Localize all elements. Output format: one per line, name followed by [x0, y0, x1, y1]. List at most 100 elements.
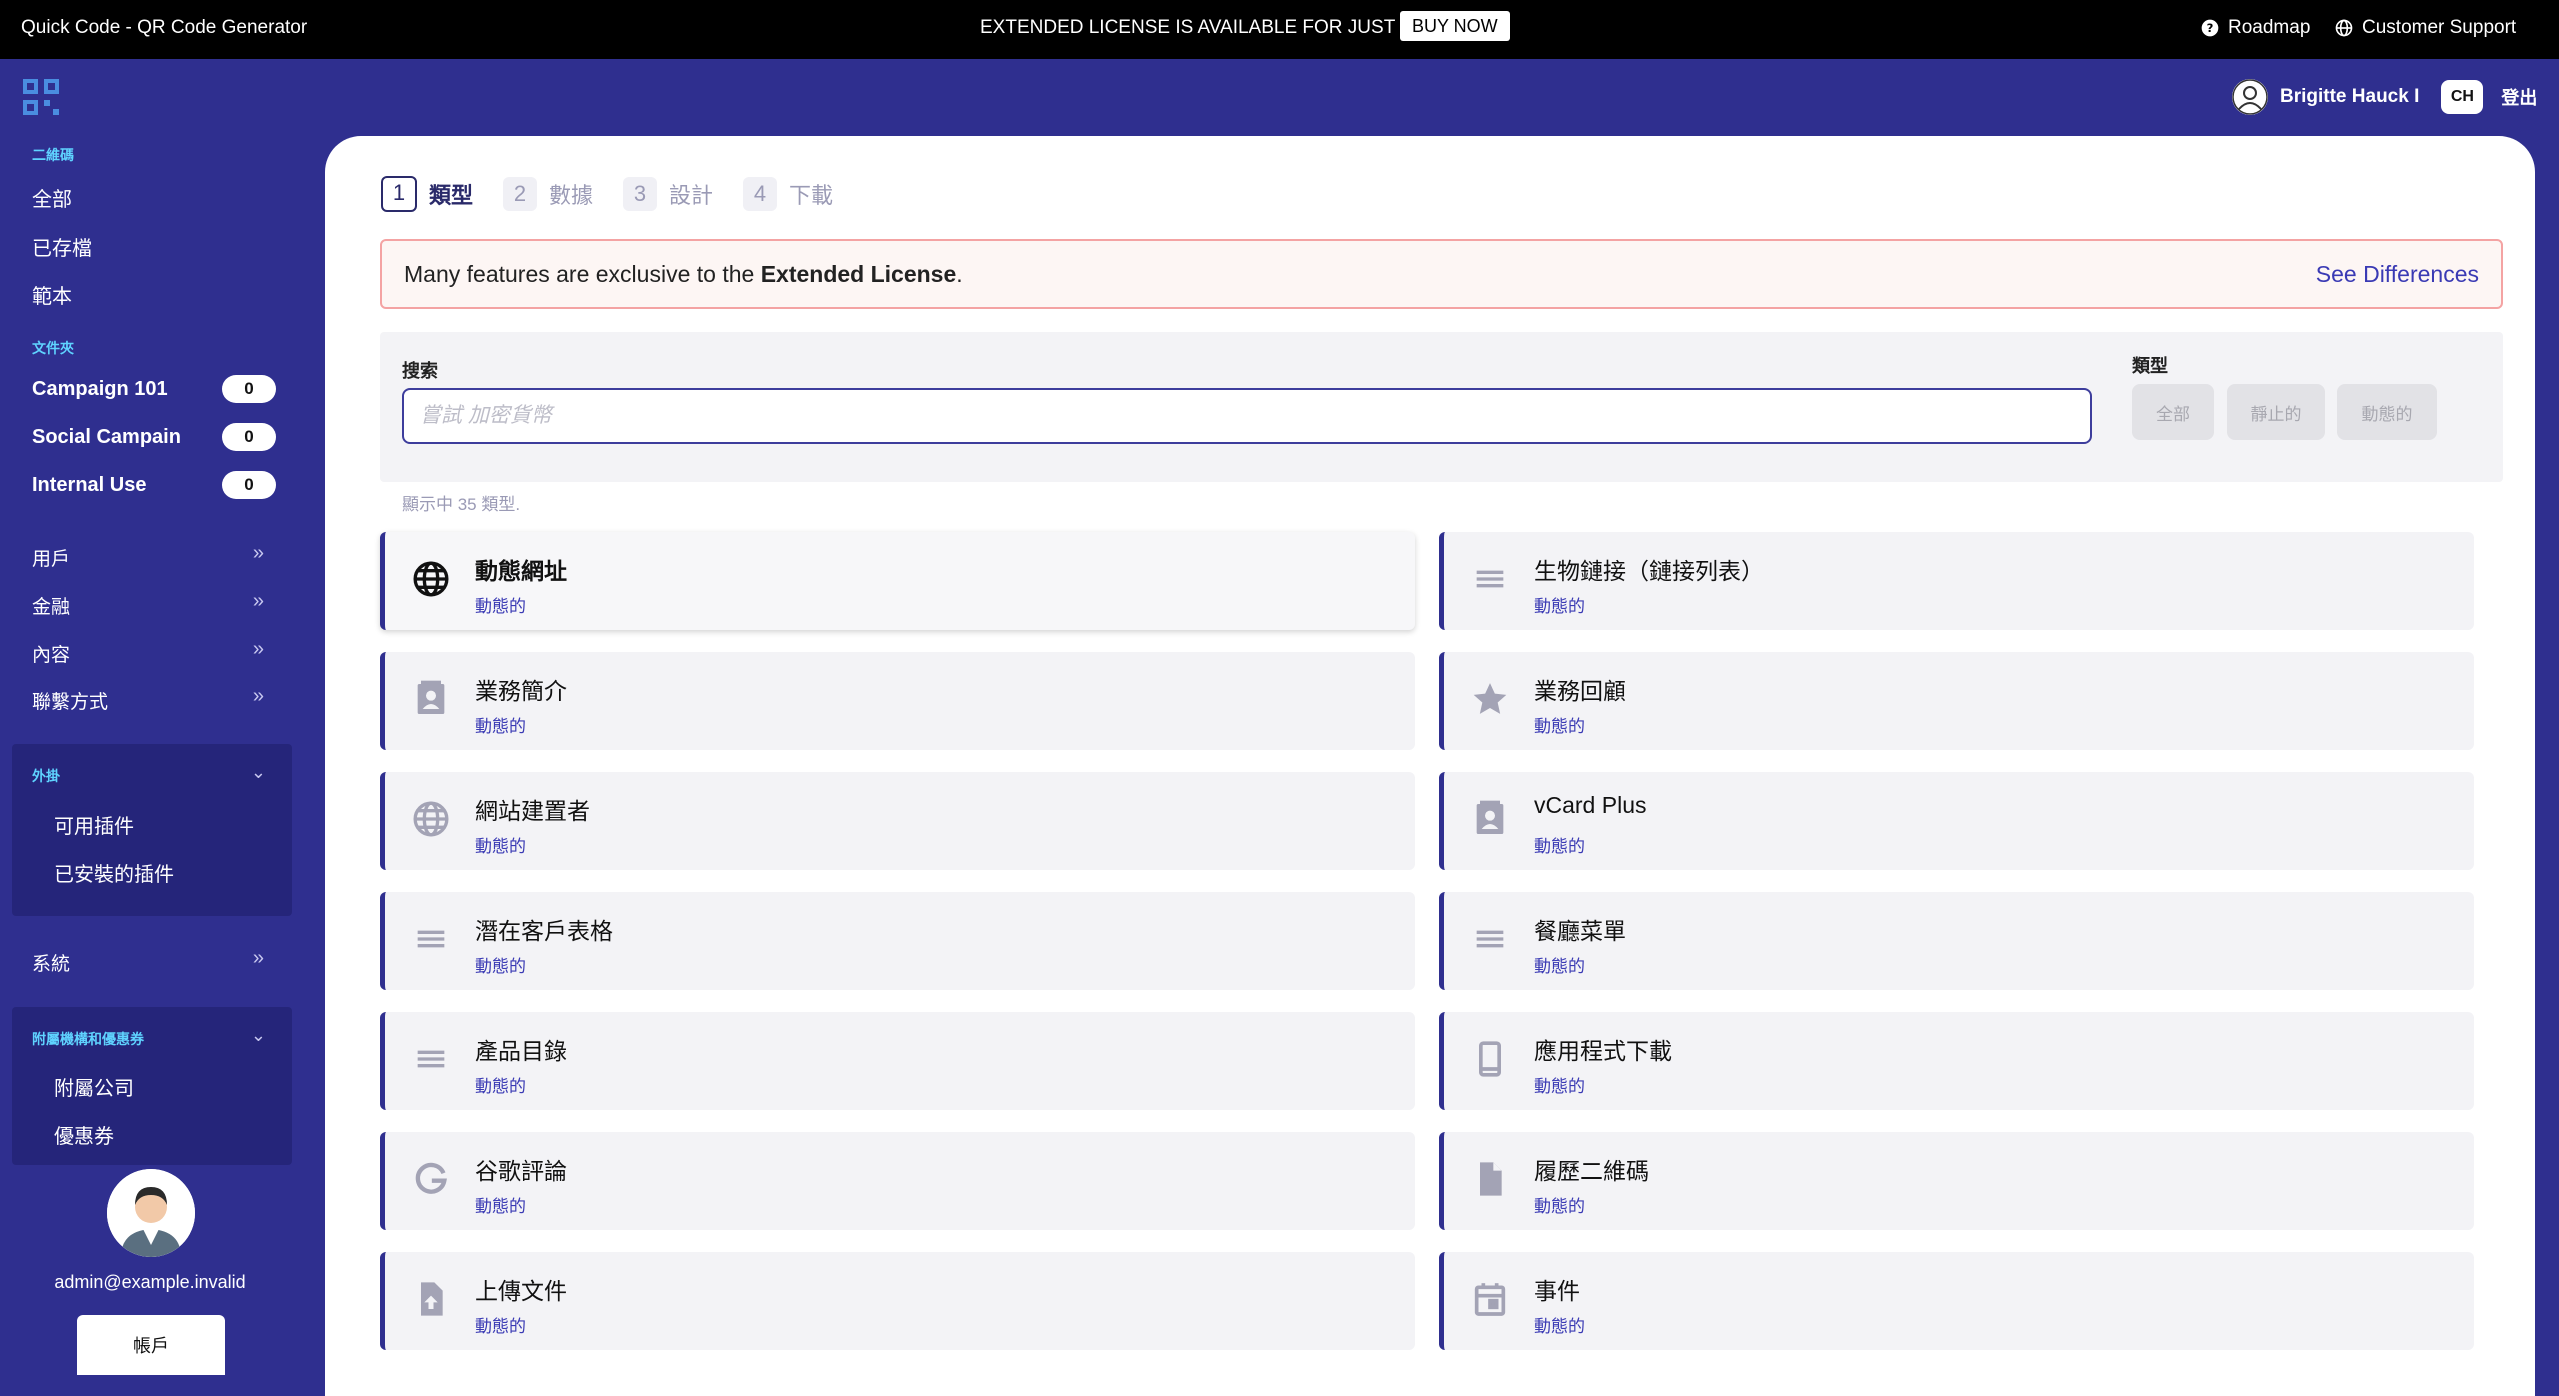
customer-support-label: Customer Support — [2362, 17, 2517, 38]
type-card-event[interactable]: 事件 動態的 — [1439, 1252, 2474, 1350]
license-promo-text: EXTENDED LICENSE IS AVAILABLE FOR JUST $… — [980, 17, 1443, 38]
customer-support-link[interactable]: Customer Support — [2334, 17, 2516, 39]
step-label: 設計 — [669, 183, 714, 208]
card-subtitle: 動態的 — [475, 957, 526, 976]
logout-link[interactable]: 登出 — [2501, 84, 2537, 110]
chevron-double-right-icon: » — [252, 947, 264, 969]
type-card-business-profile[interactable]: 業務簡介 動態的 — [380, 652, 1415, 750]
roadmap-label: Roadmap — [2228, 17, 2311, 38]
step-label: 下載 — [789, 183, 834, 208]
app-title: Quick Code - QR Code Generator — [21, 17, 308, 38]
type-card-website-builder[interactable]: 網站建置者 動態的 — [380, 772, 1415, 870]
type-filter-label: 類型 — [2132, 356, 2168, 376]
notice-emphasis: Extended License — [760, 261, 957, 287]
filter-static-button[interactable]: 靜止的 — [2227, 384, 2325, 440]
chevron-double-down-icon[interactable]: ⌄ — [251, 762, 266, 783]
card-subtitle: 動態的 — [475, 717, 526, 736]
type-card-lead-form[interactable]: 潛在客戶表格 動態的 — [380, 892, 1415, 990]
card-subtitle: 動態的 — [1534, 717, 1585, 736]
menu-system[interactable]: 系統 » — [32, 947, 264, 976]
affiliates-coupons[interactable]: 優惠券 — [54, 1120, 114, 1149]
chevron-double-down-icon[interactable]: ⌄ — [251, 1025, 266, 1046]
see-differences-link[interactable]: See Differences — [2316, 261, 2479, 288]
filter-all-button[interactable]: 全部 — [2132, 384, 2214, 440]
account-button[interactable]: 帳戶 — [77, 1315, 225, 1375]
menu-finance[interactable]: 金融 » — [32, 590, 264, 619]
type-card-google-review[interactable]: 谷歌評論 動態的 — [380, 1132, 1415, 1230]
step-number: 3 — [623, 177, 658, 211]
type-card-app-download[interactable]: 應用程式下載 動態的 — [1439, 1012, 2474, 1110]
filter-dynamic-button[interactable]: 動態的 — [2337, 384, 2437, 440]
document-icon — [1470, 1159, 1510, 1199]
menu-lines-icon — [1470, 919, 1510, 959]
folder-name: Campaign 101 — [32, 378, 168, 400]
main-panel: 1 類型 2 數據 3 設計 4 下載 Many features are ex… — [325, 136, 2535, 1396]
search-input[interactable] — [402, 388, 2092, 444]
card-title: 潛在客戶表格 — [475, 918, 613, 944]
plugins-installed[interactable]: 已安裝的插件 — [54, 858, 174, 887]
plugins-available[interactable]: 可用插件 — [54, 810, 134, 839]
user-name[interactable]: Brigitte Hauck I — [2280, 86, 2419, 108]
globe-icon — [411, 799, 451, 839]
affiliates-companies[interactable]: 附屬公司 — [54, 1072, 134, 1101]
contact-card-icon — [411, 679, 451, 719]
folder-social-campain[interactable]: Social Campain 0 — [32, 423, 276, 451]
globe-icon — [2335, 19, 2353, 37]
type-card-resume-qr[interactable]: 履歷二維碼 動態的 — [1439, 1132, 2474, 1230]
chevron-double-right-icon: » — [252, 542, 264, 564]
affiliates-title[interactable]: 附屬機構和優惠券 — [32, 1029, 144, 1049]
buy-now-button[interactable]: BUY NOW — [1400, 11, 1510, 41]
card-subtitle: 動態的 — [475, 1197, 526, 1216]
folder-name: Internal Use — [32, 474, 147, 496]
type-card-vcard-plus[interactable]: vCard Plus 動態的 — [1439, 772, 2474, 870]
type-card-business-review[interactable]: 業務回顧 動態的 — [1439, 652, 2474, 750]
step-download[interactable]: 4 下載 — [743, 176, 833, 212]
step-number: 1 — [381, 176, 417, 212]
nav-archived[interactable]: 已存檔 — [32, 232, 92, 261]
menu-label: 用戶 — [32, 549, 71, 570]
folder-count-badge: 0 — [222, 471, 276, 499]
chevron-double-right-icon: » — [252, 638, 264, 660]
menu-contact[interactable]: 聯繫方式 » — [32, 685, 264, 714]
folder-name: Social Campain — [32, 426, 181, 448]
user-avatar[interactable] — [2232, 79, 2268, 115]
type-card-product-catalog[interactable]: 產品目錄 動態的 — [380, 1012, 1415, 1110]
menu-label: 內容 — [32, 645, 71, 666]
menu-users[interactable]: 用戶 » — [32, 542, 264, 571]
menu-content[interactable]: 內容 » — [32, 638, 264, 667]
card-title: 谷歌評論 — [475, 1158, 567, 1184]
card-subtitle: 動態的 — [475, 1077, 526, 1096]
folder-internal-use[interactable]: Internal Use 0 — [32, 471, 276, 499]
roadmap-link[interactable]: ? Roadmap — [2200, 17, 2310, 39]
folder-count-badge: 0 — [222, 375, 276, 403]
nav-templates[interactable]: 範本 — [32, 280, 72, 309]
menu-lines-icon — [1470, 559, 1510, 599]
file-upload-icon — [411, 1279, 451, 1319]
step-number: 4 — [743, 177, 778, 211]
contact-card-icon — [1470, 799, 1510, 839]
type-card-dynamic-url[interactable]: 動態網址 動態的 — [380, 532, 1415, 630]
card-subtitle: 動態的 — [1534, 1317, 1585, 1336]
admin-avatar — [107, 1169, 195, 1257]
step-data[interactable]: 2 數據 — [503, 176, 593, 212]
type-card-restaurant-menu[interactable]: 餐廳菜單 動態的 — [1439, 892, 2474, 990]
chevron-double-right-icon: » — [252, 685, 264, 707]
smartphone-icon — [1470, 1039, 1510, 1079]
plugins-panel: 外掛 ⌄ 可用插件 已安裝的插件 — [12, 744, 292, 916]
search-label: 搜索 — [402, 361, 438, 381]
plugins-title[interactable]: 外掛 — [32, 766, 60, 786]
top-bar: Quick Code - QR Code Generator EXTENDED … — [0, 0, 2559, 59]
qr-logo-icon[interactable] — [21, 77, 61, 117]
step-type[interactable]: 1 類型 — [381, 176, 473, 212]
notice-prefix: Many features are exclusive to the — [404, 261, 761, 287]
type-card-upload-file[interactable]: 上傳文件 動態的 — [380, 1252, 1415, 1350]
user-initials-badge[interactable]: CH — [2441, 80, 2484, 114]
card-title: 業務回顧 — [1534, 678, 1626, 704]
type-card-bio-link[interactable]: 生物鏈接（鏈接列表） 動態的 — [1439, 532, 2474, 630]
step-design[interactable]: 3 設計 — [623, 176, 713, 212]
nav-all[interactable]: 全部 — [32, 183, 72, 212]
card-title: 餐廳菜單 — [1534, 918, 1626, 944]
menu-label: 聯繫方式 — [32, 692, 109, 713]
folder-campaign-101[interactable]: Campaign 101 0 — [32, 375, 276, 403]
step-label: 類型 — [429, 183, 474, 208]
